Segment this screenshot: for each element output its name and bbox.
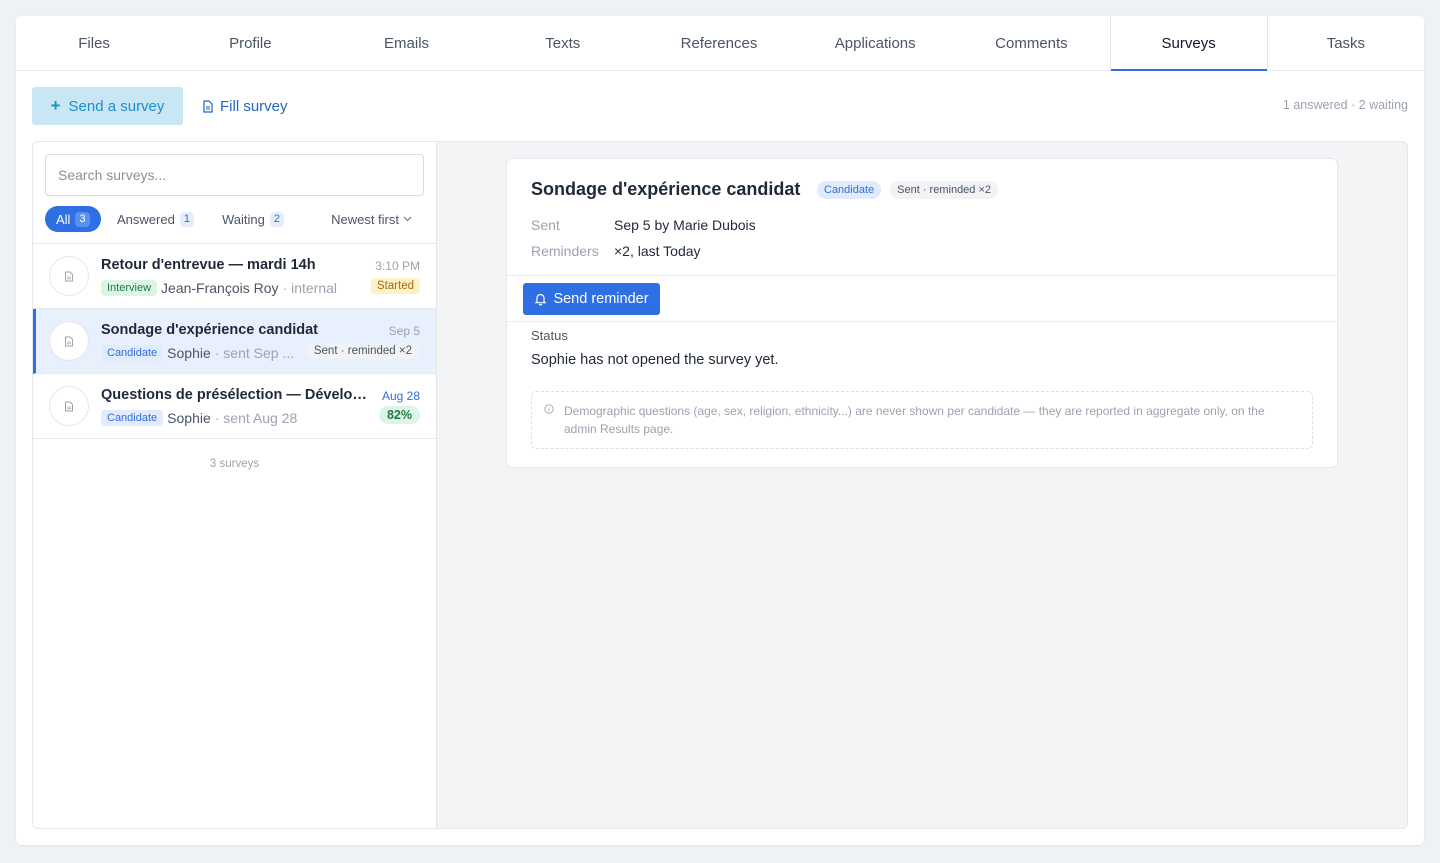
- survey-extra: · sent Aug 28: [214, 410, 298, 426]
- filter-bar: All 3 Answered 1 Waiting 2 Newest first: [45, 206, 424, 232]
- survey-extra: · sent Sep ...: [214, 345, 295, 361]
- tab-applications[interactable]: Applications: [797, 16, 953, 70]
- survey-summary: 1 answered · 2 waiting: [1282, 98, 1408, 112]
- fill-survey-label: Fill survey: [220, 97, 288, 115]
- survey-time: 3:10 PM: [375, 259, 420, 273]
- filter-all-count: 3: [75, 211, 90, 227]
- survey-list-item[interactable]: Sondage d'expérience candidat Sep 5 Cand…: [33, 309, 436, 374]
- status-label: Status: [531, 328, 568, 343]
- reminders-value: ×2, last Today: [614, 243, 701, 259]
- survey-document-icon: [49, 386, 89, 426]
- detail-tags: Candidate Sent · reminded ×2: [817, 181, 999, 199]
- send-survey-label: Send a survey: [68, 97, 165, 115]
- tab-bar: Files Profile Emails Texts References Ap…: [16, 16, 1424, 71]
- survey-score-badge: 82%: [378, 406, 420, 424]
- fill-survey-button[interactable]: Fill survey: [202, 87, 288, 125]
- filter-answered-count: 1: [179, 211, 194, 227]
- detail-reminders-row: Reminders ×2, last Today: [531, 243, 701, 259]
- survey-type-tag: Candidate: [101, 345, 164, 361]
- divider: [507, 321, 1337, 322]
- status-text: Sophie has not opened the survey yet.: [531, 352, 779, 368]
- survey-title: Retour d'entrevue — mardi 14h: [101, 257, 316, 273]
- tab-files[interactable]: Files: [16, 16, 172, 70]
- survey-recipient: Sophie: [167, 345, 211, 361]
- sort-label: Newest first: [331, 211, 399, 227]
- survey-document-icon: [49, 321, 89, 361]
- survey-type-tag: Interview: [101, 280, 158, 296]
- tab-texts[interactable]: Texts: [485, 16, 641, 70]
- plus-icon: +: [50, 96, 61, 115]
- survey-meta: Candidate Sophie · sent Aug 28: [101, 408, 297, 428]
- detail-type-tag: Candidate: [817, 181, 882, 199]
- privacy-note-text: Demographic questions (age, sex, religio…: [564, 404, 1265, 436]
- detail-title: Sondage d'expérience candidat: [531, 179, 801, 199]
- tab-profile[interactable]: Profile: [172, 16, 328, 70]
- info-icon: [544, 404, 554, 414]
- survey-list-pane: All 3 Answered 1 Waiting 2 Newest first: [33, 142, 437, 828]
- survey-list: Retour d'entrevue — mardi 14h 3:10 PM In…: [33, 243, 436, 439]
- survey-title: Questions de présélection — Développeur: [101, 387, 369, 403]
- survey-time: Sep 5: [388, 324, 420, 338]
- filter-all[interactable]: All 3: [45, 206, 101, 232]
- survey-extra: · internal: [282, 280, 337, 296]
- chevron-down-icon: [403, 216, 412, 222]
- bell-icon: [535, 293, 547, 306]
- toolbar: + Send a survey Fill survey 1 answered ·…: [32, 87, 1408, 125]
- sent-value: Sep 5 by Marie Dubois: [614, 217, 756, 233]
- filter-waiting-count: 2: [269, 211, 284, 227]
- send-reminder-label: Send reminder: [553, 291, 649, 307]
- document-icon: [203, 99, 213, 113]
- tab-references[interactable]: References: [641, 16, 797, 70]
- main-card: Files Profile Emails Texts References Ap…: [16, 16, 1424, 845]
- send-reminder-button[interactable]: Send reminder: [523, 283, 660, 315]
- detail-sent-row: Sent Sep 5 by Marie Dubois: [531, 217, 756, 233]
- survey-type-tag: Candidate: [101, 410, 164, 426]
- survey-status-badge: Sent · reminded ×2: [305, 343, 420, 359]
- tab-surveys[interactable]: Surveys: [1109, 16, 1268, 71]
- sent-label: Sent: [531, 217, 560, 233]
- survey-meta: Candidate Sophie · sent Sep ...: [101, 343, 294, 363]
- filter-waiting-label: Waiting: [222, 211, 265, 227]
- survey-panel: All 3 Answered 1 Waiting 2 Newest first: [32, 141, 1408, 829]
- tab-emails[interactable]: Emails: [328, 16, 484, 70]
- survey-title: Sondage d'expérience candidat: [101, 322, 318, 338]
- filter-waiting[interactable]: Waiting 2: [222, 206, 284, 232]
- survey-document-icon: [49, 256, 89, 296]
- filter-answered[interactable]: Answered 1: [117, 206, 194, 232]
- detail-status-tag: Sent · reminded ×2: [890, 181, 999, 199]
- privacy-note: Demographic questions (age, sex, religio…: [531, 391, 1313, 449]
- survey-list-item[interactable]: Retour d'entrevue — mardi 14h 3:10 PM In…: [33, 244, 436, 309]
- tab-tasks[interactable]: Tasks: [1268, 16, 1424, 70]
- survey-count: 3 surveys: [209, 458, 260, 470]
- filter-all-label: All: [56, 211, 71, 227]
- survey-status-badge: Started: [370, 278, 420, 294]
- survey-meta: Interview Jean-François Roy · internal: [101, 278, 337, 298]
- search-input[interactable]: [45, 154, 424, 196]
- divider: [507, 275, 1337, 276]
- survey-recipient: Sophie: [167, 410, 211, 426]
- sort-dropdown[interactable]: Newest first: [331, 206, 412, 232]
- reminders-label: Reminders: [531, 243, 599, 259]
- survey-list-item[interactable]: Questions de présélection — Développeur …: [33, 374, 436, 439]
- send-survey-button[interactable]: + Send a survey: [32, 87, 183, 125]
- tab-comments[interactable]: Comments: [953, 16, 1109, 70]
- survey-time: Aug 28: [381, 389, 420, 403]
- filter-answered-label: Answered: [117, 211, 175, 227]
- survey-recipient: Jean-François Roy: [161, 280, 279, 296]
- survey-detail: Sondage d'expérience candidat Candidate …: [506, 158, 1338, 468]
